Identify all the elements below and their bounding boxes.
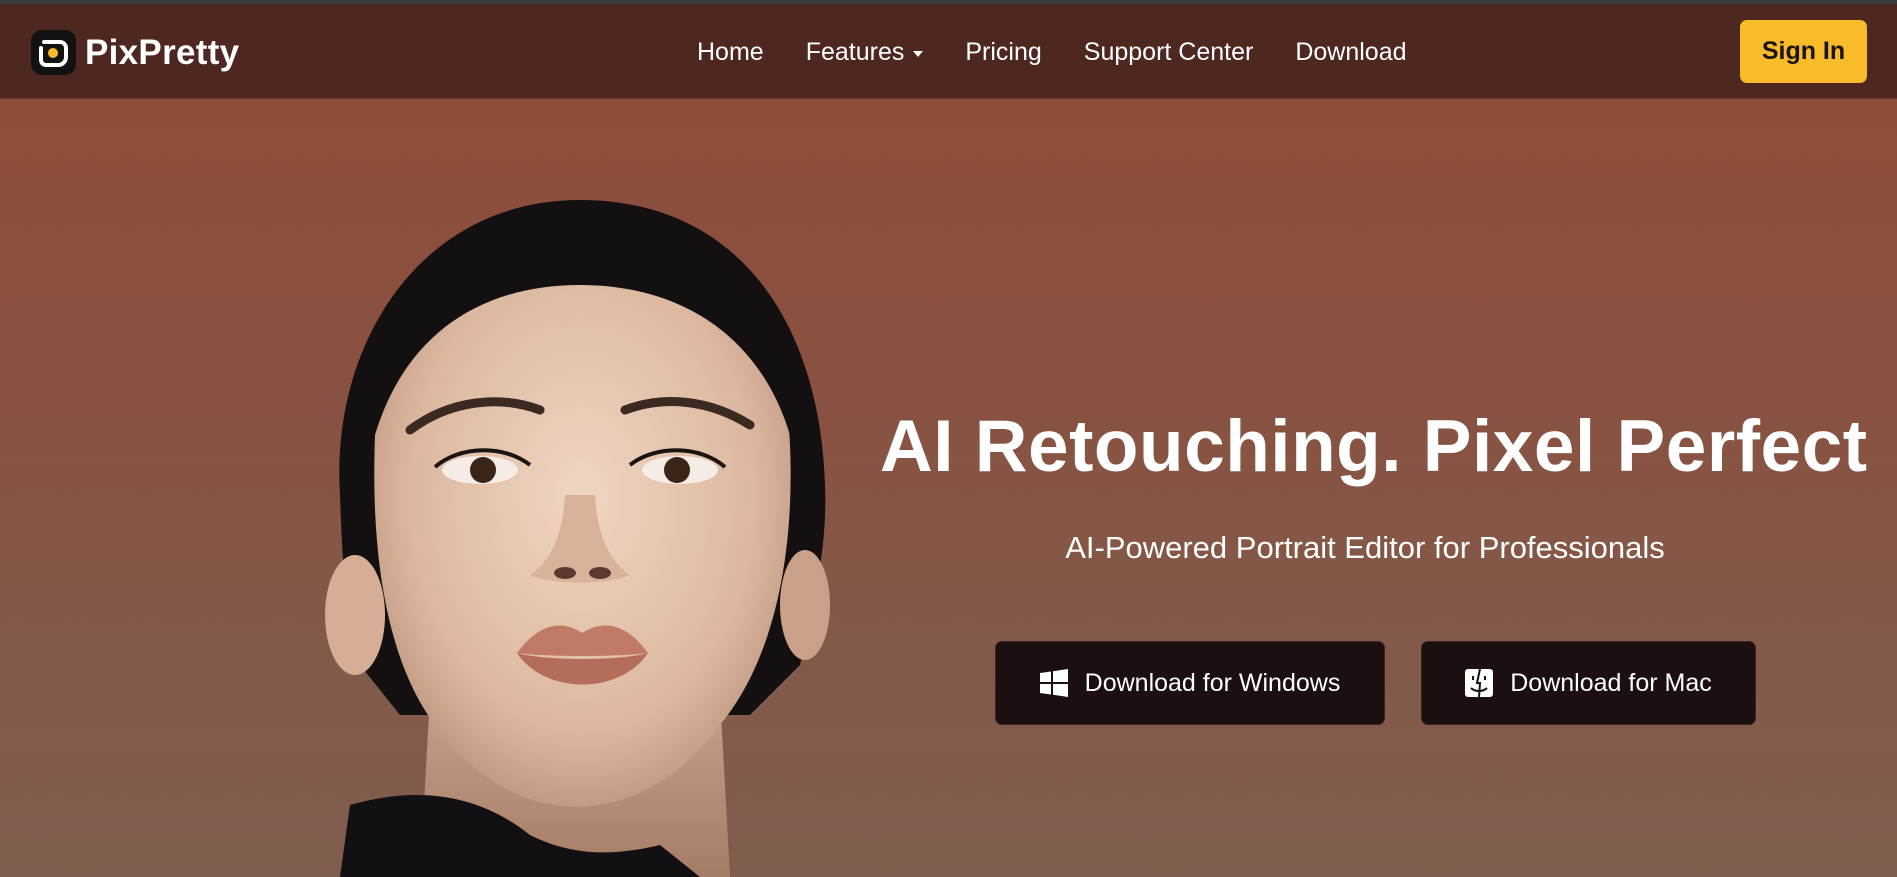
caret-down-icon <box>913 51 924 57</box>
nav-support-center[interactable]: Support Center <box>1084 38 1254 67</box>
hero-portrait-image <box>280 195 880 877</box>
hero-title: AI Retouching. Pixel Perfect <box>880 406 1868 487</box>
windows-icon <box>1039 669 1068 697</box>
nav-features[interactable]: Features <box>806 38 924 67</box>
nav-features-label: Features <box>805 38 905 66</box>
hero-subtitle: AI-Powered Portrait Editor for Professio… <box>1065 530 1665 565</box>
sign-in-button[interactable]: Sign In <box>1740 20 1867 83</box>
download-windows-label: Download for Windows <box>1084 668 1341 697</box>
navbar: PixPretty Home Features Pricing Support … <box>0 4 1897 99</box>
mac-finder-icon <box>1465 669 1494 697</box>
download-mac-label: Download for Mac <box>1510 668 1712 697</box>
nav-download[interactable]: Download <box>1295 38 1406 67</box>
nav-pricing[interactable]: Pricing <box>965 38 1041 67</box>
main-nav: Home Features Pricing Support Center Dow… <box>697 38 1449 67</box>
download-mac-button[interactable]: Download for Mac <box>1421 641 1756 725</box>
brand-logo[interactable]: PixPretty <box>31 30 239 75</box>
brand-name: PixPretty <box>85 32 240 72</box>
logo-icon <box>31 30 76 75</box>
nav-home[interactable]: Home <box>697 38 764 67</box>
download-windows-button[interactable]: Download for Windows <box>995 641 1385 725</box>
